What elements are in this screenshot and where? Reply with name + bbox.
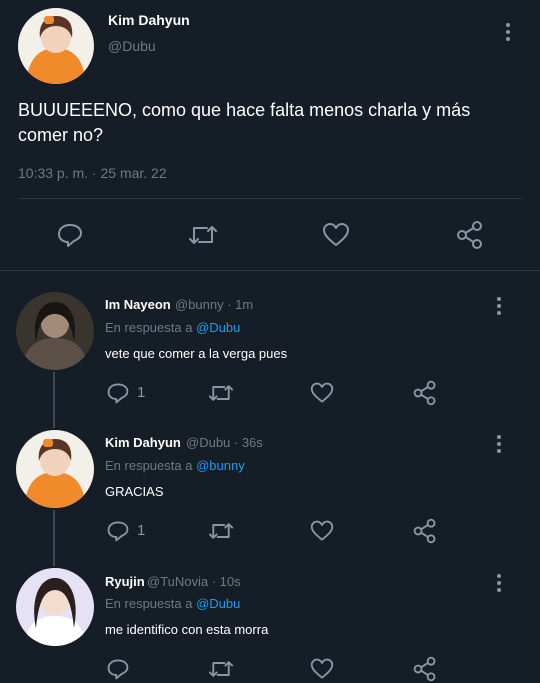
reply-to-handle[interactable]: @bunny — [196, 458, 245, 473]
main-tweet-timestamp: 10:33 p. m. · 25 mar. 22 — [18, 165, 167, 181]
reply-meta[interactable]: @bunny · 1m — [175, 297, 253, 312]
reply-meta[interactable]: @TuNovia · 10s — [147, 574, 241, 589]
main-author-handle[interactable]: @Dubu — [108, 38, 156, 54]
reply-author-avatar[interactable] — [16, 292, 94, 370]
more-options-icon[interactable] — [505, 23, 511, 44]
reply-text: me identifico con esta morra — [105, 622, 269, 637]
reply-context-label: En respuesta a — [105, 458, 193, 473]
reply-icon[interactable] — [106, 381, 130, 405]
reply-context: En respuesta a @bunny — [105, 458, 245, 473]
reply-author-name[interactable]: Ryujin — [105, 574, 145, 589]
reply-context: En respuesta a @Dubu — [105, 320, 240, 335]
reply-author-avatar[interactable] — [16, 568, 94, 646]
thread-line — [53, 372, 55, 428]
main-author-avatar[interactable] — [18, 8, 94, 84]
reply-count: 1 — [137, 522, 146, 539]
main-tweet-text: BUUUEEENO, como que hace falta menos cha… — [18, 100, 471, 145]
retweet-icon[interactable] — [207, 519, 235, 543]
divider — [0, 270, 540, 271]
reply-count: 1 — [137, 384, 146, 401]
like-icon[interactable] — [322, 221, 350, 249]
like-icon[interactable] — [310, 519, 334, 543]
reply-author-name[interactable]: Kim Dahyun — [105, 435, 181, 450]
reply-text: GRACIAS — [105, 484, 164, 499]
divider — [18, 198, 522, 199]
retweet-icon[interactable] — [207, 381, 235, 405]
main-author-name[interactable]: Kim Dahyun — [108, 12, 190, 28]
thread-line — [53, 510, 55, 566]
reply-to-handle[interactable]: @Dubu — [196, 320, 240, 335]
reply-icon[interactable] — [106, 519, 130, 543]
like-icon[interactable] — [310, 657, 334, 681]
share-icon[interactable] — [412, 380, 438, 406]
more-options-icon[interactable] — [496, 297, 502, 318]
more-options-icon[interactable] — [496, 435, 502, 456]
reply-icon[interactable] — [56, 221, 84, 249]
reply-text: vete que comer a la verga pues — [105, 346, 288, 361]
reply-meta[interactable]: @Dubu · 36s — [186, 435, 263, 450]
reply-icon[interactable] — [106, 657, 130, 681]
share-icon[interactable] — [412, 656, 438, 682]
reply-author-name[interactable]: Im Nayeon — [105, 297, 171, 312]
reply-context: En respuesta a @Dubu — [105, 596, 240, 611]
reply-context-label: En respuesta a — [105, 596, 193, 611]
retweet-icon[interactable] — [187, 221, 219, 249]
more-options-icon[interactable] — [496, 574, 502, 595]
reply-context-label: En respuesta a — [105, 320, 193, 335]
reply-to-handle[interactable]: @Dubu — [196, 596, 240, 611]
like-icon[interactable] — [310, 381, 334, 405]
reply-author-avatar[interactable] — [16, 430, 94, 508]
retweet-icon[interactable] — [207, 657, 235, 681]
share-icon[interactable] — [412, 518, 438, 544]
share-icon[interactable] — [455, 220, 485, 250]
